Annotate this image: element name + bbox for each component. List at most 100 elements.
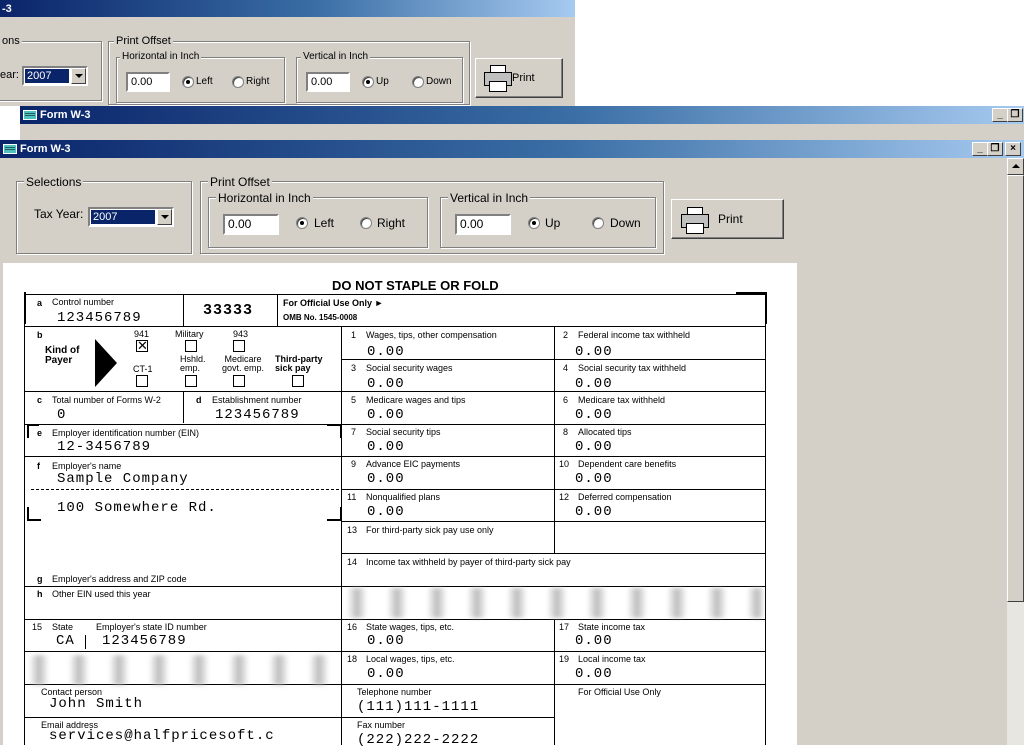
cb-thirdparty[interactable] bbox=[292, 375, 304, 387]
state-id-value[interactable]: 123456789 bbox=[102, 633, 187, 649]
cb-medicare-label: Medicare govt. emp. bbox=[221, 354, 265, 373]
minimize-icon[interactable]: _ bbox=[992, 108, 1008, 122]
back-left-radio[interactable] bbox=[182, 76, 194, 88]
restore-icon[interactable]: ❐ bbox=[987, 142, 1003, 156]
box-1-value[interactable]: 0.00 bbox=[367, 344, 405, 360]
payer-arrow bbox=[95, 339, 117, 387]
box-3-value[interactable]: 0.00 bbox=[367, 376, 405, 392]
box-15-num: 15 bbox=[32, 622, 43, 632]
down-label: Down bbox=[610, 216, 641, 230]
box-2-value[interactable]: 0.00 bbox=[575, 344, 613, 360]
box-4-value[interactable]: 0.00 bbox=[575, 376, 613, 392]
box-3-label: Social security wages bbox=[366, 363, 453, 373]
cb-medicare[interactable] bbox=[233, 375, 245, 387]
control-number-value[interactable]: 123456789 bbox=[57, 310, 142, 326]
box-h-label: Other EIN used this year bbox=[52, 589, 151, 599]
horizontal-input[interactable]: 0.00 bbox=[223, 214, 279, 235]
back-left-label: Left bbox=[196, 76, 213, 87]
box-15-id-label: Employer's state ID number bbox=[96, 622, 207, 632]
box-7-num: 7 bbox=[351, 427, 357, 437]
tax-year-value: 2007 bbox=[91, 210, 155, 224]
box-2-num: 2 bbox=[563, 330, 569, 340]
box-12-label: Deferred compensation bbox=[578, 492, 672, 502]
contact-value[interactable]: John Smith bbox=[49, 696, 143, 712]
back-down-radio[interactable] bbox=[412, 76, 424, 88]
left-radio[interactable] bbox=[296, 217, 308, 229]
restore-icon[interactable]: ❐ bbox=[1007, 108, 1023, 122]
box-19-value[interactable]: 0.00 bbox=[575, 666, 613, 682]
main-window-titlebar[interactable]: Form W-3 _ ❐ × bbox=[0, 140, 1024, 158]
box-12-num: 12 bbox=[559, 492, 570, 502]
ein-label: Employer identification number (EIN) bbox=[52, 428, 200, 438]
official-use-label: For Official Use Only ► bbox=[283, 298, 384, 308]
box-6-num: 6 bbox=[563, 395, 569, 405]
fax-value[interactable]: (222)222-2222 bbox=[357, 732, 479, 748]
print-button[interactable]: Print bbox=[671, 199, 784, 239]
box-12-value[interactable]: 0.00 bbox=[575, 504, 613, 520]
box-19-num: 19 bbox=[559, 654, 570, 664]
close-icon[interactable]: × bbox=[1005, 142, 1021, 156]
cb-hshld[interactable] bbox=[185, 375, 197, 387]
print-label: Print bbox=[718, 212, 743, 226]
back-up-radio[interactable] bbox=[362, 76, 374, 88]
box-7-value[interactable]: 0.00 bbox=[367, 439, 405, 455]
box-10-num: 10 bbox=[559, 459, 570, 469]
box-8-value[interactable]: 0.00 bbox=[575, 439, 613, 455]
state-value[interactable]: CA bbox=[56, 633, 75, 649]
up-radio[interactable] bbox=[528, 217, 540, 229]
box-11-value[interactable]: 0.00 bbox=[367, 504, 405, 520]
back-right-radio[interactable] bbox=[232, 76, 244, 88]
box-11-label: Nonqualified plans bbox=[366, 492, 441, 502]
box-10-value[interactable]: 0.00 bbox=[575, 471, 613, 487]
down-radio[interactable] bbox=[592, 217, 604, 229]
phone-value[interactable]: (111)111-1111 bbox=[357, 699, 479, 715]
box-16-label: State wages, tips, etc. bbox=[366, 622, 455, 632]
shaded-area-left bbox=[29, 655, 339, 685]
cb-military[interactable] bbox=[185, 340, 197, 352]
ein-value[interactable]: 12-3456789 bbox=[57, 439, 151, 455]
total-forms-value[interactable]: 0 bbox=[57, 407, 66, 423]
cb-ct1[interactable] bbox=[136, 375, 148, 387]
tax-year-select[interactable]: 2007 bbox=[88, 207, 174, 227]
back-selections-label: ons bbox=[0, 35, 22, 47]
box-9-num: 9 bbox=[351, 459, 357, 469]
mid-window-titlebar[interactable]: Form W-3 _ ❐ bbox=[20, 106, 1024, 124]
box-6-value[interactable]: 0.00 bbox=[575, 407, 613, 423]
box-10-label: Dependent care benefits bbox=[578, 459, 677, 469]
box-16-value[interactable]: 0.00 bbox=[367, 633, 405, 649]
scrollbar-thumb[interactable] bbox=[1007, 175, 1024, 602]
vertical-label: Vertical in Inch bbox=[448, 191, 531, 205]
vertical-input[interactable]: 0.00 bbox=[455, 214, 511, 235]
back-down-label: Down bbox=[426, 76, 452, 87]
box-1-num: 1 bbox=[351, 330, 357, 340]
back-tax-year-select[interactable]: 2007 bbox=[22, 66, 88, 86]
back-vertical-input[interactable]: 0.00 bbox=[306, 72, 350, 92]
employer-name-value[interactable]: Sample Company bbox=[57, 471, 189, 487]
employer-address-value[interactable]: 100 Somewhere Rd. bbox=[57, 500, 217, 516]
box-4-num: 4 bbox=[563, 363, 569, 373]
scroll-up-icon[interactable] bbox=[1007, 158, 1024, 175]
email-value[interactable]: services@halfpricesoft.c bbox=[49, 728, 275, 744]
cb-943-label: 943 bbox=[233, 329, 249, 339]
box-17-value[interactable]: 0.00 bbox=[575, 633, 613, 649]
vertical-scrollbar[interactable] bbox=[1007, 158, 1024, 745]
back-window-titlebar[interactable]: -3 bbox=[0, 0, 575, 17]
printer-icon bbox=[679, 207, 709, 234]
box-9-value[interactable]: 0.00 bbox=[367, 471, 405, 487]
chevron-down-icon[interactable] bbox=[71, 68, 86, 84]
box-5-value[interactable]: 0.00 bbox=[367, 407, 405, 423]
minimize-icon[interactable]: _ bbox=[972, 142, 988, 156]
right-radio[interactable] bbox=[360, 217, 372, 229]
cb-943[interactable] bbox=[233, 340, 245, 352]
box-18-value[interactable]: 0.00 bbox=[367, 666, 405, 682]
back-right-label: Right bbox=[246, 76, 270, 87]
box-g-letter: g bbox=[37, 574, 43, 584]
back-horizontal-input[interactable]: 0.00 bbox=[126, 72, 170, 92]
checkmark-icon: ✕ bbox=[137, 338, 148, 353]
box-13-label: For third-party sick pay use only bbox=[366, 525, 494, 535]
establishment-value[interactable]: 123456789 bbox=[215, 407, 300, 423]
form-icon bbox=[23, 110, 37, 120]
chevron-down-icon[interactable] bbox=[157, 209, 172, 225]
back-tax-year-label: ear: bbox=[0, 69, 19, 81]
back-print-button[interactable]: Print bbox=[475, 58, 563, 98]
